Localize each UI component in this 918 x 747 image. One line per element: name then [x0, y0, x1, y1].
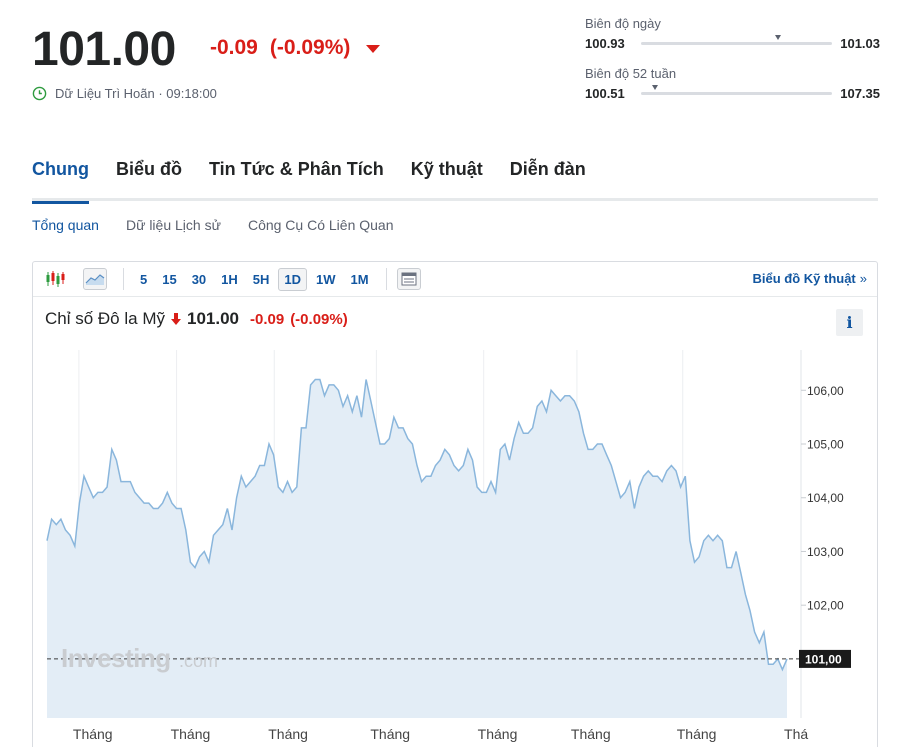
- day-range: Biên độ ngày 100.93 101.03: [585, 16, 880, 51]
- investing-watermark-suffix: .com: [179, 651, 218, 671]
- day-range-label: Biên độ ngày: [585, 16, 661, 31]
- sub-tabs: Tổng quan Dữ liệu Lịch sử Công Cụ Có Liê…: [32, 217, 394, 233]
- chart-legend: Chỉ số Đô la Mỹ 101.00 -0.09 (-0.09%): [45, 309, 348, 329]
- chart-widget: 5 15 30 1H 5H 1D 1W 1M Biểu đồ Kỹ thuật»…: [32, 261, 878, 747]
- tab-technical[interactable]: Kỹ thuật: [411, 158, 483, 201]
- chart-toolbar: 5 15 30 1H 5H 1D 1W 1M Biểu đồ Kỹ thuật»: [33, 262, 877, 297]
- y-tick-label: 106,00: [807, 384, 844, 398]
- tab-chart[interactable]: Biểu đồ: [116, 158, 182, 201]
- double-chevron-right-icon: »: [859, 271, 867, 286]
- day-range-high: 101.03: [840, 36, 880, 51]
- week52-range-bar: [641, 85, 833, 95]
- day-range-bar: [641, 35, 833, 45]
- clock-icon: [32, 86, 47, 101]
- y-tick-label: 105,00: [807, 438, 844, 452]
- tab-overview[interactable]: Chung: [32, 158, 89, 204]
- timeframe-1m[interactable]: 1M: [345, 268, 375, 291]
- tab-forum[interactable]: Diễn đàn: [510, 158, 586, 201]
- arrow-down-icon: [170, 313, 181, 325]
- week52-range: Biên độ 52 tuần 100.51 107.35: [585, 66, 880, 101]
- down-triangle-icon: [366, 45, 381, 53]
- main-tabs: Chung Biểu đồ Tin Tức & Phân Tích Kỹ thu…: [32, 158, 878, 204]
- x-tick-label: Tháng: [571, 726, 611, 742]
- subtab-related-tools[interactable]: Công Cụ Có Liên Quan: [248, 217, 394, 233]
- y-tick-label: 104,00: [807, 491, 844, 505]
- timeframe-1h[interactable]: 1H: [215, 268, 244, 291]
- x-tick-label: Tháng: [171, 726, 211, 742]
- delay-status-text: Dữ Liệu Trì Hoãn · 09:18:00: [55, 86, 217, 101]
- toolbar-divider: [385, 268, 387, 290]
- y-tick-label: 102,00: [807, 599, 844, 613]
- week52-range-high: 107.35: [840, 86, 880, 101]
- toolbar-divider: [123, 268, 124, 290]
- day-range-low: 100.93: [585, 36, 625, 51]
- timeframe-30[interactable]: 30: [186, 268, 212, 291]
- change-percent: (-0.09%): [269, 36, 351, 59]
- delay-status: Dữ Liệu Trì Hoãn · 09:18:00: [32, 86, 217, 101]
- technical-chart-link[interactable]: Biểu đồ Kỹ thuật»: [752, 271, 867, 286]
- legend-change-percent: (-0.09%): [290, 310, 348, 328]
- price-area-chart: 101,00 106,00 105,00 104,00 103,00 102,00 Inve…: [46, 350, 851, 742]
- week52-range-marker-icon: [652, 85, 659, 90]
- subtab-historical-data[interactable]: Dữ liệu Lịch sử: [126, 217, 221, 233]
- change-value: -0.09: [210, 36, 258, 59]
- legend-change-value: -0.09: [249, 310, 285, 328]
- investing-watermark-logo: Investing: [61, 643, 171, 673]
- x-tick-label: Tháng: [478, 726, 518, 742]
- y-tick-label: 103,00: [807, 545, 844, 559]
- table-icon[interactable]: [396, 268, 421, 290]
- x-tick-label: Tháng: [268, 726, 308, 742]
- area-chart-icon[interactable]: [83, 268, 107, 290]
- last-price: 101.00: [32, 23, 176, 76]
- current-price-label: 101,00: [805, 652, 842, 666]
- x-tick-label: Tháng: [677, 726, 717, 742]
- week52-range-low: 100.51: [585, 86, 625, 101]
- timeframe-5h[interactable]: 5H: [247, 268, 276, 291]
- instrument-name: Chỉ số Đô la Mỹ: [45, 309, 165, 328]
- candlestick-icon[interactable]: [43, 268, 67, 290]
- week52-range-label: Biên độ 52 tuần: [585, 66, 677, 81]
- timeframe-1w[interactable]: 1W: [310, 268, 342, 291]
- x-tick-label: Thá: [784, 726, 808, 742]
- timeframe-1d[interactable]: 1D: [278, 267, 308, 291]
- tab-news-analysis[interactable]: Tin Tức & Phân Tích: [209, 158, 384, 201]
- day-range-marker-icon: [774, 35, 781, 40]
- legend-change: -0.09 (-0.09%): [250, 311, 348, 328]
- info-icon[interactable]: i: [836, 309, 863, 336]
- timeframe-15[interactable]: 15: [156, 268, 182, 291]
- legend-value: 101.00: [186, 309, 239, 328]
- timeframe-5[interactable]: 5: [134, 268, 153, 291]
- price-change: -0.09 (-0.09%): [210, 36, 381, 60]
- subtab-summary[interactable]: Tổng quan: [32, 217, 99, 233]
- x-tick-label: Tháng: [73, 726, 113, 742]
- technical-chart-link-label: Biểu đồ Kỹ thuật: [752, 271, 856, 286]
- x-tick-label: Tháng: [370, 726, 410, 742]
